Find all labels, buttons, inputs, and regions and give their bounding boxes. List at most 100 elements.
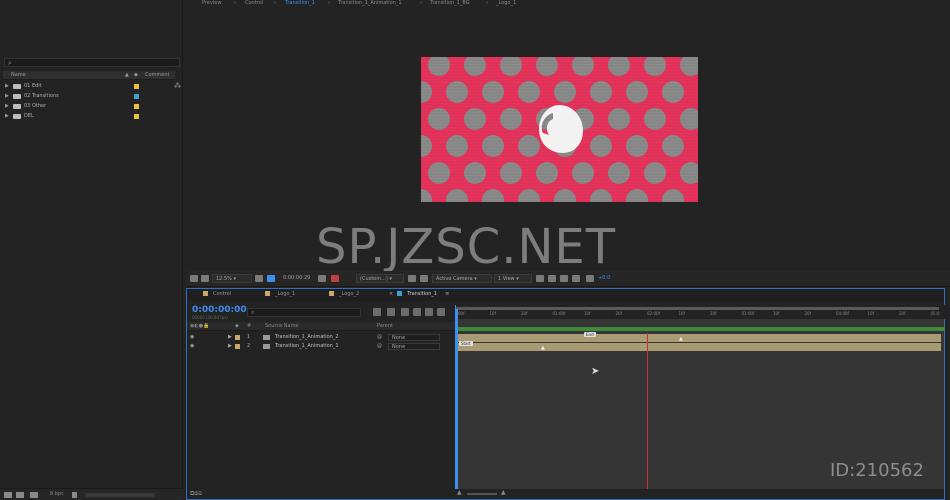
label-color-swatch[interactable] [134, 114, 139, 119]
name-column-label[interactable]: Name [11, 72, 26, 78]
close-icon[interactable]: × [389, 291, 393, 297]
camera-dropdown[interactable]: Active Camera ▾ [432, 274, 492, 283]
toggle-switches-icon[interactable]: ⧉⧈⧇ [190, 490, 202, 498]
flowchart-view-icon[interactable] [560, 275, 568, 282]
bit-depth-label[interactable]: 8 bpc [50, 491, 64, 497]
exposure-icon[interactable] [586, 275, 594, 282]
nav-arrow-left[interactable]: ‹ [234, 0, 236, 6]
region-of-interest-icon[interactable] [408, 275, 416, 282]
frame-blending-icon[interactable] [413, 308, 421, 316]
tab-preview[interactable]: Preview [202, 0, 221, 6]
work-area-bar[interactable] [456, 307, 939, 310]
project-search-input[interactable]: ⌕ [4, 58, 180, 67]
comment-column-label[interactable]: Comment [145, 72, 170, 78]
monitor-icon[interactable] [201, 275, 209, 282]
end-marker[interactable]: End [584, 332, 596, 337]
tab-transition-1-bg[interactable]: Transition_1_BG [430, 0, 470, 6]
fast-previews-icon[interactable] [536, 275, 544, 282]
graph-editor-icon[interactable] [437, 308, 445, 316]
tab-transition-1-animation-1[interactable]: Transition_1_Animation_1 [338, 0, 402, 6]
new-folder-icon[interactable] [16, 492, 24, 498]
expand-triangle-icon[interactable]: ▶ [5, 93, 9, 99]
layer-name[interactable]: Transition_1_Animation_1 [275, 343, 339, 349]
menu-icon[interactable]: ≡ [445, 291, 449, 297]
zoom-out-icon[interactable]: ▲ [457, 489, 462, 496]
expand-triangle-icon[interactable]: ▶ [5, 83, 9, 89]
timeline-tab-logo-1[interactable]: _Logo_1 [265, 291, 295, 297]
keyframe-icon[interactable]: ▲ [679, 336, 683, 342]
nav-arrow-left[interactable]: ‹ [486, 0, 488, 6]
zoom-dropdown[interactable]: 12.5% ▾ [212, 274, 252, 283]
mask-visibility-icon[interactable] [267, 275, 275, 282]
flowchart-icon[interactable]: ⁂ [174, 82, 181, 90]
zoom-in-icon[interactable]: ▲ [501, 489, 506, 496]
layer-name[interactable]: Transition_1_Animation_2 [275, 334, 339, 340]
draft-3d-icon[interactable] [572, 275, 580, 282]
label-column-icon[interactable]: ◆ [235, 323, 239, 329]
thumbnail-slider[interactable] [85, 493, 155, 497]
project-folder-item[interactable]: ▶ 01 Edit [3, 82, 175, 91]
number-column-label[interactable]: # [247, 323, 251, 329]
start-marker[interactable]: Start [459, 341, 473, 346]
av-features-icons[interactable]: ◉◐●🔒 [190, 323, 209, 329]
expand-triangle-icon[interactable]: ▶ [228, 334, 232, 340]
timeline-tab-transition-1[interactable]: × Transition_1 ≡ [389, 291, 449, 297]
expand-triangle-icon[interactable]: ▶ [228, 343, 232, 349]
label-swatch[interactable] [235, 344, 240, 349]
motion-blur-icon[interactable] [425, 308, 433, 316]
layer-search-input[interactable]: ⌕ [247, 308, 361, 317]
source-name-column-label[interactable]: Source Name [265, 323, 299, 329]
delete-icon[interactable] [72, 492, 77, 498]
project-folder-item[interactable]: ▶ 03 Other [3, 102, 175, 111]
timeline-tab-logo-2[interactable]: _Logo_2 [329, 291, 359, 297]
views-dropdown[interactable]: 1 View ▾ [494, 274, 532, 283]
tab-transition-1[interactable]: Transition_1 [285, 0, 315, 6]
interpret-footage-icon[interactable] [4, 492, 12, 498]
parent-dropdown[interactable]: None [388, 343, 440, 350]
pick-whip-icon[interactable]: @ [377, 334, 382, 340]
snapshot-icon[interactable] [318, 275, 326, 282]
layer-duration-bar[interactable]: Start ▲ [456, 341, 941, 351]
label-color-swatch[interactable] [134, 84, 139, 89]
channel-icon[interactable] [331, 275, 339, 282]
layer-row[interactable]: ◉ ▶ 1 Transition_1_Animation_2 @ None [187, 333, 455, 342]
pick-whip-icon[interactable]: @ [377, 343, 382, 349]
eye-icon[interactable]: ◉ [190, 334, 194, 340]
comp-flowchart-icon[interactable] [373, 308, 381, 316]
layer-duration-bar[interactable]: End ▲ [456, 332, 941, 342]
eye-icon[interactable]: ◉ [190, 343, 194, 349]
hide-shy-icon[interactable] [401, 308, 409, 316]
transparency-grid-icon[interactable] [420, 275, 428, 282]
resolution-dropdown[interactable]: (Custom...) ▾ [356, 274, 404, 283]
current-time-readout[interactable]: 0:00:00:29 [283, 275, 310, 281]
nav-arrow-left[interactable]: ‹ [274, 0, 276, 6]
nav-arrow-left[interactable]: ‹ [328, 0, 330, 6]
safe-margins-icon[interactable] [255, 275, 263, 282]
parent-dropdown[interactable]: None [388, 334, 440, 341]
expand-triangle-icon[interactable]: ▶ [5, 113, 9, 119]
label-color-swatch[interactable] [134, 104, 139, 109]
layer-row[interactable]: ◉ ▶ 2 Transition_1_Animation_1 @ None [187, 342, 455, 351]
sort-icon[interactable]: ▲ [125, 72, 129, 78]
current-time-display[interactable]: 0:00:00:00 [192, 305, 247, 315]
label-color-swatch[interactable] [134, 94, 139, 99]
keyframe-icon[interactable]: ▲ [541, 345, 545, 351]
project-folder-item[interactable]: ▶ 02 Transitions [3, 92, 175, 101]
draft-3d-toggle-icon[interactable] [387, 308, 395, 316]
timeline-icon[interactable] [548, 275, 556, 282]
new-composition-icon[interactable] [30, 492, 38, 498]
timeline-zoom-slider[interactable] [467, 493, 497, 495]
label-swatch[interactable] [235, 335, 240, 340]
project-folder-item[interactable]: ▶ DEL [3, 112, 175, 121]
work-area-start-line[interactable] [456, 309, 458, 499]
expand-triangle-icon[interactable]: ▶ [5, 103, 9, 109]
nav-arrow-left[interactable]: ‹ [420, 0, 422, 6]
composition-frame[interactable] [421, 57, 698, 202]
parent-column-label[interactable]: Parent [377, 323, 393, 329]
timeline-tab-control[interactable]: Control [203, 291, 231, 297]
preview-toggle-icon[interactable] [190, 275, 198, 282]
exposure-value[interactable]: +0.0 [598, 275, 610, 281]
tab-logo-1[interactable]: _Logo_1 [496, 0, 516, 6]
current-time-indicator[interactable] [647, 333, 648, 499]
tab-control[interactable]: Control [245, 0, 263, 6]
